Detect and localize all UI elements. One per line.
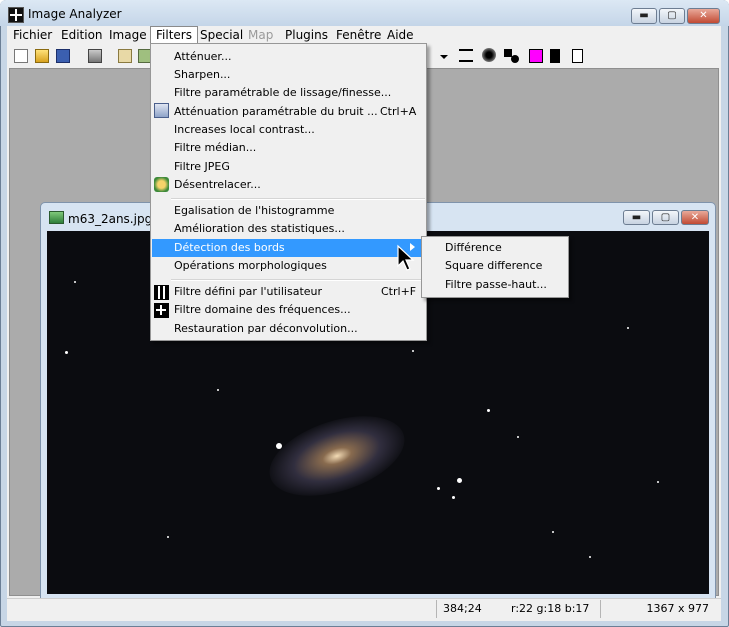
minimize-button[interactable]: ▬ xyxy=(631,8,657,24)
menu-item-filtre-utilisateur[interactable]: Filtre défini par l'utilisateur xyxy=(174,283,322,301)
star xyxy=(276,443,282,449)
child-minimize-button[interactable]: ▬ xyxy=(623,210,650,225)
menu-item-attenuer[interactable]: Atténuer... xyxy=(174,48,231,66)
deinterlace-icon xyxy=(154,177,169,192)
status-rgb: r:22 g:18 b:17 xyxy=(511,602,590,615)
print-preview-icon[interactable] xyxy=(88,49,102,63)
status-size: 1367 x 977 xyxy=(600,600,715,618)
mouse-cursor-icon xyxy=(397,244,415,271)
star xyxy=(487,409,490,412)
star xyxy=(517,436,519,438)
galaxy xyxy=(259,401,415,511)
menu-plugins[interactable]: Plugins xyxy=(280,26,333,44)
shortcut-ctrl-f: Ctrl+F xyxy=(381,285,417,298)
open-folder-icon[interactable] xyxy=(35,49,49,63)
star xyxy=(627,327,629,329)
menu-item-detection-bords[interactable]: Détection des bords xyxy=(174,239,285,257)
child-close-button[interactable]: ✕ xyxy=(681,210,709,225)
image-file-icon xyxy=(49,211,64,224)
menu-fichier[interactable]: Fichier xyxy=(8,26,57,44)
copy-icon[interactable] xyxy=(118,49,132,63)
menu-item-local-contrast[interactable]: Increases local contrast... xyxy=(174,121,315,139)
frequency-domain-icon xyxy=(154,303,169,318)
child-maximize-button[interactable]: ▢ xyxy=(652,210,679,225)
close-button[interactable]: ✕ xyxy=(687,8,720,24)
foreground-color-icon[interactable] xyxy=(529,49,543,63)
submenu-item-filtre-passe-haut[interactable]: Filtre passe-haut... xyxy=(445,276,547,294)
status-coords: 384;24 xyxy=(436,600,503,618)
custom-filter-grid-icon xyxy=(154,285,169,300)
star xyxy=(437,487,440,490)
menu-item-egalisation-histogramme[interactable]: Egalisation de l'histogramme xyxy=(174,202,334,220)
menu-separator xyxy=(171,279,425,281)
background-color-icon[interactable] xyxy=(550,49,560,63)
menu-item-attenuation-bruit[interactable]: Atténuation paramétrable du bruit ... xyxy=(174,103,378,121)
menu-edition[interactable]: Edition xyxy=(56,26,108,44)
menu-item-domaine-frequences[interactable]: Filtre domaine des fréquences... xyxy=(174,301,351,319)
star xyxy=(552,531,554,533)
star xyxy=(452,496,455,499)
menu-item-operations-morphologiques[interactable]: Opérations morphologiques xyxy=(174,257,327,275)
star xyxy=(74,281,76,283)
menu-special[interactable]: Special xyxy=(195,26,248,44)
menu-item-desentrelacer[interactable]: Désentrelacer... xyxy=(174,176,261,194)
soft-brush-icon[interactable] xyxy=(482,48,496,62)
menu-item-amelioration-statistiques[interactable]: Amélioration des statistiques... xyxy=(174,220,345,238)
menu-item-lissage-finesse[interactable]: Filtre paramétrable de lissage/finesse..… xyxy=(174,84,391,102)
menu-fenetre[interactable]: Fenêtre xyxy=(331,26,386,44)
save-icon[interactable] xyxy=(56,49,70,63)
menu-aide[interactable]: Aide xyxy=(382,26,419,44)
new-file-icon[interactable] xyxy=(14,49,28,63)
star xyxy=(457,478,462,483)
app-logo-icon[interactable] xyxy=(8,7,24,23)
submenu-item-difference[interactable]: Différence xyxy=(445,239,502,257)
menu-item-deconvolution[interactable]: Restauration par déconvolution... xyxy=(174,320,358,338)
menu-image[interactable]: Image xyxy=(104,26,152,44)
menu-filters[interactable]: Filters xyxy=(150,26,198,44)
star xyxy=(589,556,591,558)
star xyxy=(217,389,219,391)
menu-map: Map xyxy=(248,28,274,42)
noise-filter-icon xyxy=(154,103,169,118)
menu-item-filtre-jpeg[interactable]: Filtre JPEG xyxy=(174,158,230,176)
star xyxy=(65,351,68,354)
shortcut-ctrl-a: Ctrl+A xyxy=(380,105,417,118)
maximize-button[interactable]: ▢ xyxy=(659,8,685,24)
line-width-icon[interactable] xyxy=(459,49,473,62)
shapes-circle-icon[interactable] xyxy=(511,55,519,63)
window-title: Image Analyzer xyxy=(28,7,122,21)
menu-separator xyxy=(171,198,425,200)
menu-item-filtre-median[interactable]: Filtre médian... xyxy=(174,139,256,157)
outline-square-icon[interactable] xyxy=(572,49,583,63)
star xyxy=(167,536,169,538)
star xyxy=(412,350,414,352)
star xyxy=(657,481,659,483)
menu-item-sharpen[interactable]: Sharpen... xyxy=(174,66,230,84)
submenu-item-square-difference[interactable]: Square difference xyxy=(445,257,542,275)
dropdown-arrow-icon[interactable] xyxy=(440,55,448,59)
